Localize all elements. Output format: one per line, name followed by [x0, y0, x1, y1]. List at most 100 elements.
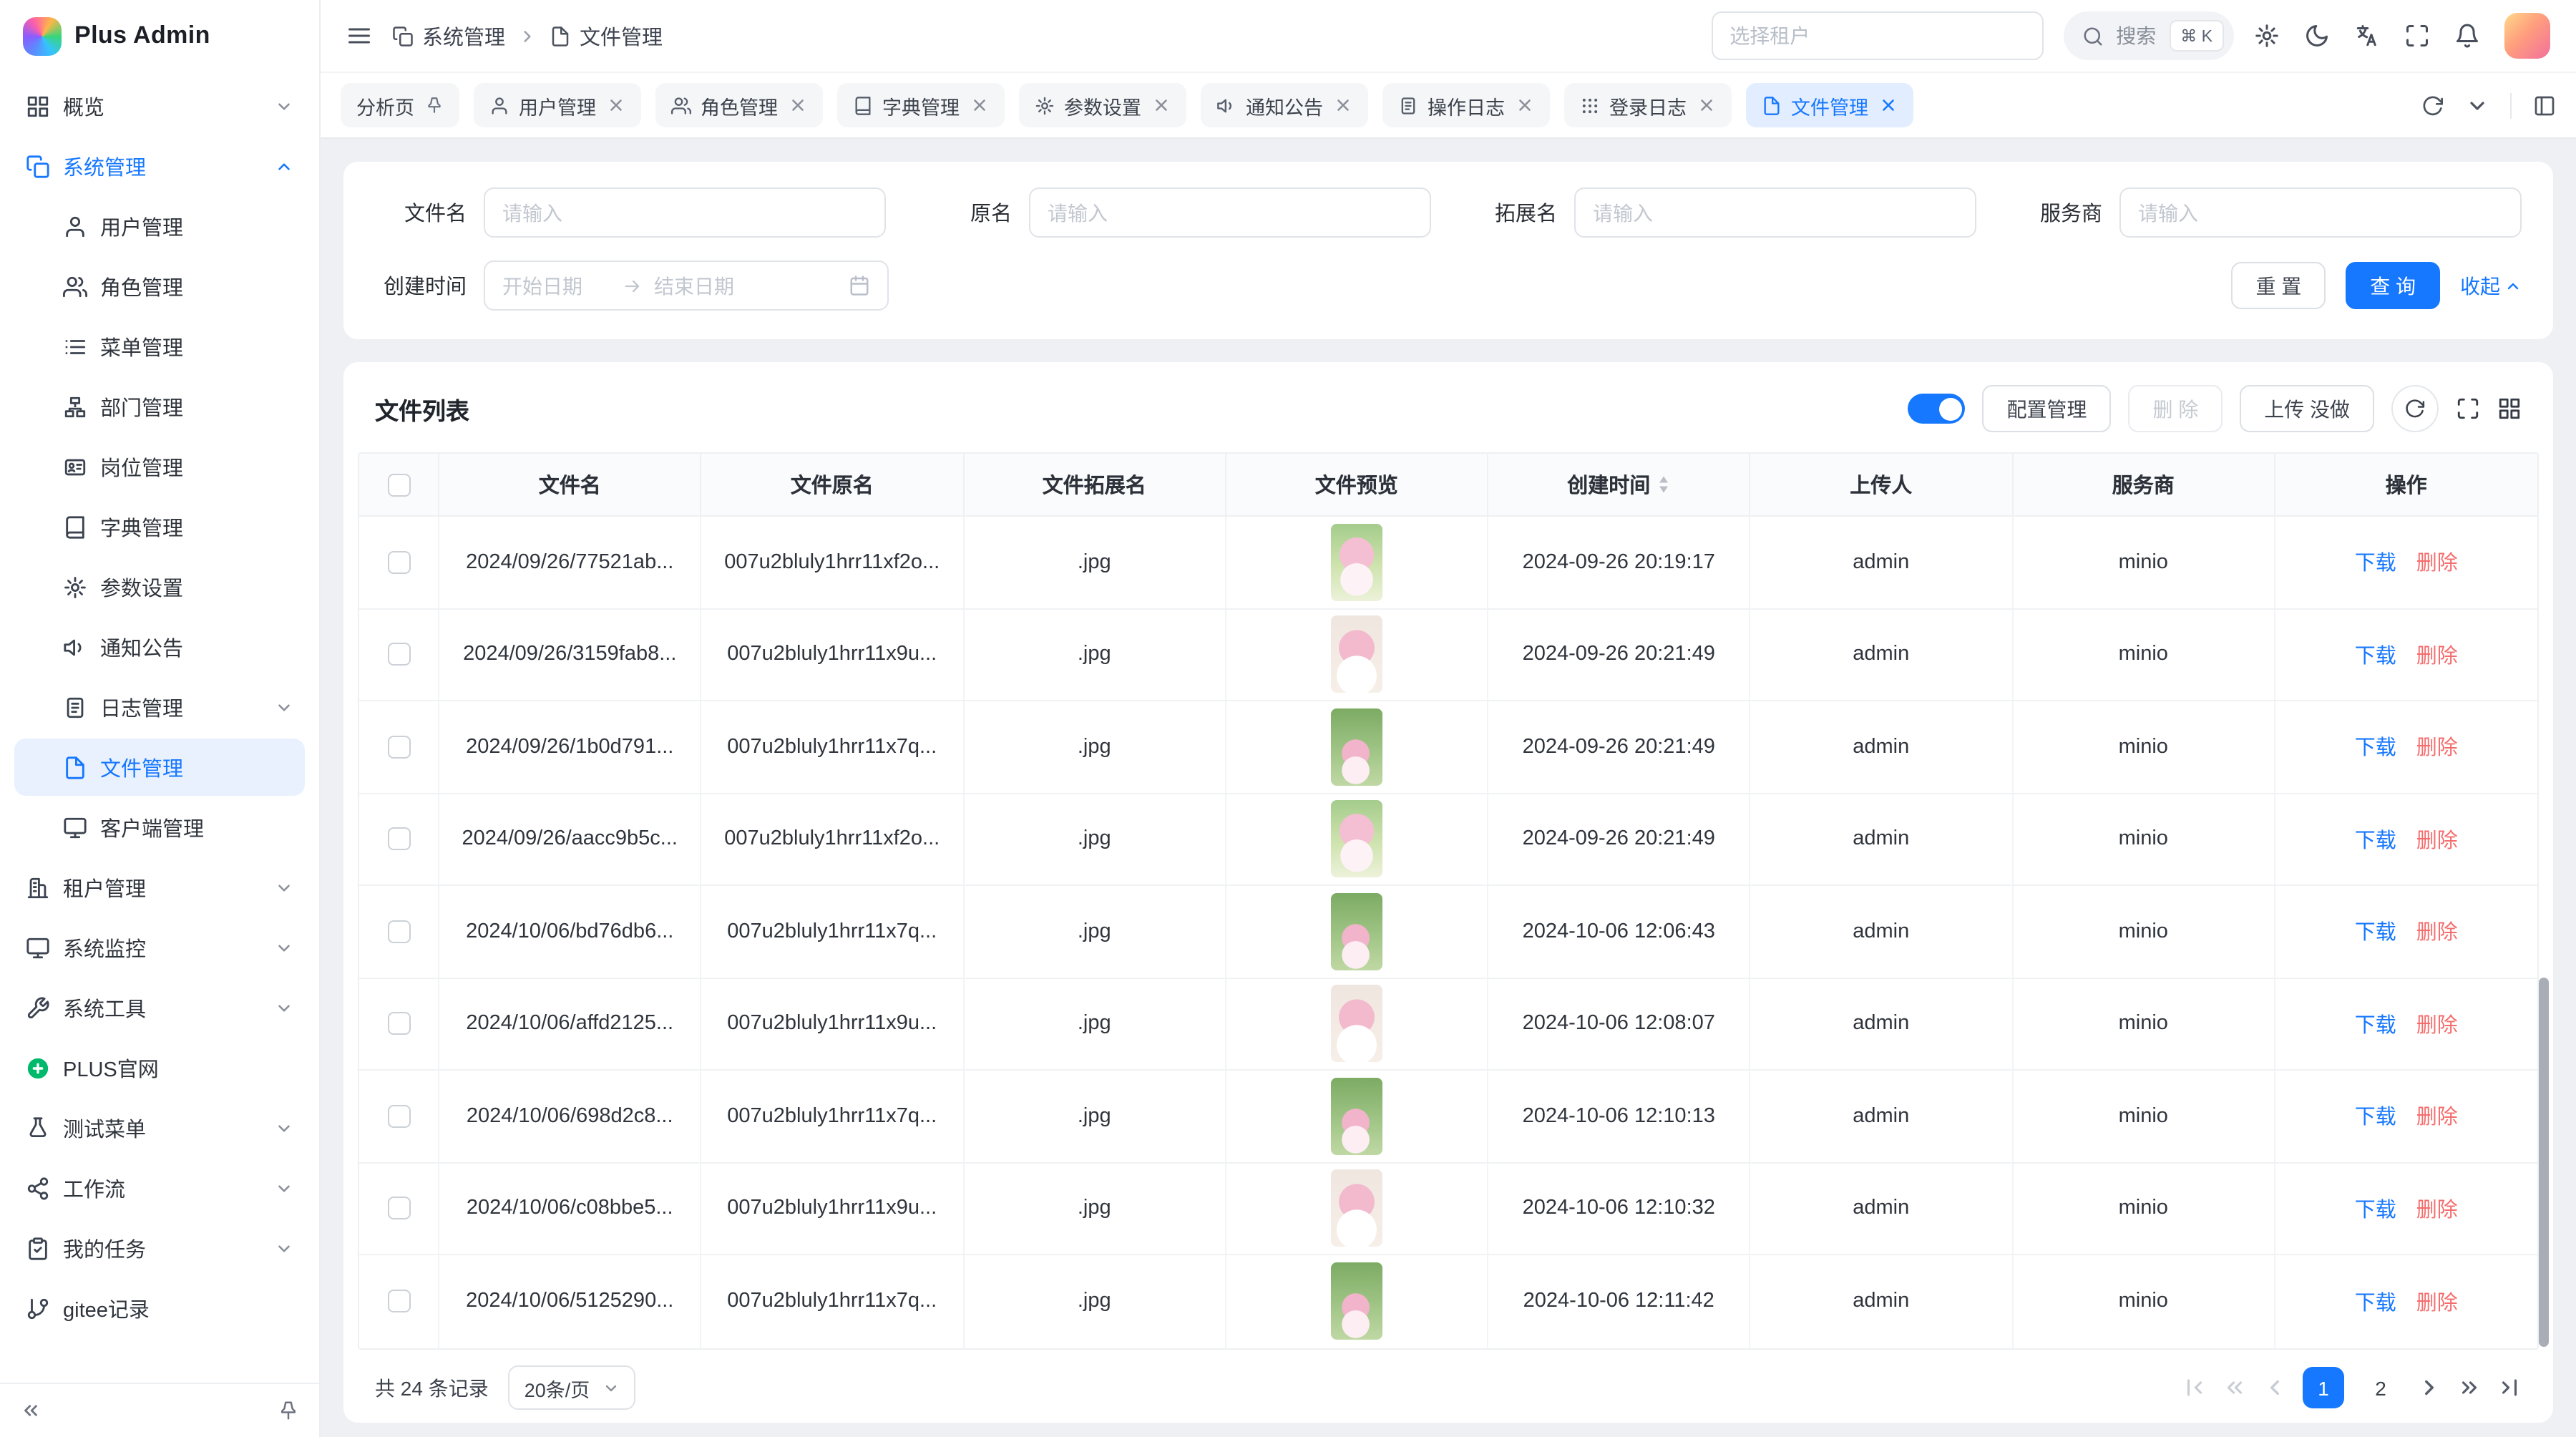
sidebar-item-parameters[interactable]: 参数设置: [14, 558, 305, 615]
first-page-icon[interactable]: [2182, 1375, 2207, 1400]
tab-operation-log[interactable]: 操作日志: [1382, 83, 1549, 127]
sidebar-item-test-menu[interactable]: 测试菜单: [14, 1099, 305, 1156]
sidebar-item-clients[interactable]: 客户端管理: [14, 799, 305, 856]
close-icon[interactable]: [1151, 96, 1170, 115]
row-checkbox[interactable]: [387, 1105, 410, 1128]
fullscreen-icon[interactable]: [2456, 396, 2480, 421]
row-checkbox[interactable]: [387, 643, 410, 666]
date-range-picker[interactable]: [484, 260, 889, 311]
refresh-icon[interactable]: [2421, 94, 2444, 117]
collapse-filters-link[interactable]: 收起: [2460, 271, 2522, 300]
delete-link[interactable]: 删除: [2416, 1194, 2458, 1224]
page-size-select[interactable]: 20条/页: [509, 1365, 636, 1410]
logo[interactable]: Plus Admin: [0, 0, 319, 72]
tenant-select-input[interactable]: [1729, 24, 2024, 47]
preview-image[interactable]: [1331, 1170, 1382, 1247]
tab-notice[interactable]: 通知公告: [1200, 83, 1367, 127]
sidebar-item-roles[interactable]: 角色管理: [14, 258, 305, 315]
page-number-2[interactable]: 2: [2360, 1367, 2401, 1408]
translate-icon[interactable]: [2354, 23, 2380, 49]
tenant-select[interactable]: [1711, 11, 2043, 60]
download-link[interactable]: 下载: [2355, 1009, 2396, 1039]
upload-button[interactable]: 上传 没做: [2240, 385, 2374, 432]
close-icon[interactable]: [788, 96, 806, 115]
prev-page-icon[interactable]: [2263, 1375, 2287, 1400]
breadcrumb-system[interactable]: 系统管理: [392, 21, 505, 51]
select-all-checkbox[interactable]: [387, 473, 410, 496]
download-link[interactable]: 下载: [2355, 547, 2396, 578]
layout-panel-icon[interactable]: [2533, 94, 2556, 117]
tab-users[interactable]: 用户管理: [473, 83, 640, 127]
download-link[interactable]: 下载: [2355, 1194, 2396, 1224]
tab-dictionary[interactable]: 字典管理: [836, 83, 1004, 127]
delete-link[interactable]: 删除: [2416, 640, 2458, 670]
fast-next-icon[interactable]: [2457, 1375, 2482, 1400]
start-date-input[interactable]: [502, 274, 611, 297]
row-checkbox[interactable]: [387, 1290, 410, 1313]
row-checkbox[interactable]: [387, 828, 410, 851]
delete-button[interactable]: 删 除: [2128, 385, 2223, 432]
vertical-scrollbar[interactable]: [2539, 978, 2549, 1347]
sidebar-item-dictionary[interactable]: 字典管理: [14, 498, 305, 555]
original-name-input[interactable]: [1048, 201, 1413, 224]
bell-icon[interactable]: [2454, 23, 2480, 49]
end-date-input[interactable]: [654, 274, 763, 297]
row-checkbox[interactable]: [387, 736, 410, 759]
preview-image[interactable]: [1331, 1078, 1382, 1155]
download-link[interactable]: 下载: [2355, 824, 2396, 854]
tab-files[interactable]: 文件管理: [1745, 83, 1913, 127]
file-name-input[interactable]: [502, 201, 867, 224]
delete-link[interactable]: 删除: [2416, 824, 2458, 854]
chevron-down-icon[interactable]: [2466, 94, 2489, 117]
download-link[interactable]: 下载: [2355, 917, 2396, 947]
sidebar-item-monitoring[interactable]: 系统监控: [14, 919, 305, 976]
query-button[interactable]: 查 询: [2346, 262, 2440, 309]
page-number-1[interactable]: 1: [2303, 1367, 2344, 1408]
sort-descending-icon[interactable]: [1657, 485, 1670, 494]
sidebar-item-tenants[interactable]: 租户管理: [14, 859, 305, 916]
collapse-sidebar-icon[interactable]: [20, 1400, 42, 1421]
download-link[interactable]: 下载: [2355, 640, 2396, 670]
delete-link[interactable]: 删除: [2416, 1287, 2458, 1317]
row-checkbox[interactable]: [387, 1197, 410, 1220]
provider-input[interactable]: [2138, 201, 2503, 224]
download-link[interactable]: 下载: [2355, 732, 2396, 762]
tab-parameters[interactable]: 参数设置: [1018, 83, 1186, 127]
avatar[interactable]: [2504, 13, 2550, 59]
row-checkbox[interactable]: [387, 551, 410, 574]
moon-icon[interactable]: [2304, 23, 2330, 49]
last-page-icon[interactable]: [2497, 1375, 2522, 1400]
toggle-switch[interactable]: [1908, 394, 1965, 424]
delete-link[interactable]: 删除: [2416, 1009, 2458, 1039]
sidebar-item-logs[interactable]: 日志管理: [14, 678, 305, 736]
sidebar-item-overview[interactable]: 概览: [14, 77, 305, 135]
close-icon[interactable]: [1878, 96, 1897, 115]
sidebar-item-notice[interactable]: 通知公告: [14, 618, 305, 676]
fast-prev-icon[interactable]: [2223, 1375, 2247, 1400]
sidebar-item-gitee[interactable]: gitee记录: [14, 1280, 305, 1337]
delete-link[interactable]: 删除: [2416, 917, 2458, 947]
delete-link[interactable]: 删除: [2416, 1101, 2458, 1131]
sidebar-item-system-management[interactable]: 系统管理: [14, 137, 305, 195]
delete-link[interactable]: 删除: [2416, 547, 2458, 578]
sidebar-item-workflow[interactable]: 工作流: [14, 1159, 305, 1217]
pin-icon[interactable]: [424, 96, 443, 115]
sidebar-item-menus[interactable]: 菜单管理: [14, 318, 305, 375]
close-icon[interactable]: [1697, 96, 1715, 115]
preview-image[interactable]: [1331, 708, 1382, 786]
preview-image[interactable]: [1331, 616, 1382, 693]
refresh-button[interactable]: [2391, 385, 2439, 432]
preview-image[interactable]: [1331, 801, 1382, 878]
extension-input[interactable]: [1593, 201, 1958, 224]
close-icon[interactable]: [970, 96, 988, 115]
sidebar-item-tools[interactable]: 系统工具: [14, 979, 305, 1036]
hamburger-menu-icon[interactable]: [346, 23, 372, 49]
sidebar-item-plus-website[interactable]: PLUS官网: [14, 1039, 305, 1096]
close-icon[interactable]: [1515, 96, 1533, 115]
delete-link[interactable]: 删除: [2416, 732, 2458, 762]
next-page-icon[interactable]: [2417, 1375, 2441, 1400]
breadcrumb-files[interactable]: 文件管理: [550, 21, 663, 51]
sidebar-item-posts[interactable]: 岗位管理: [14, 438, 305, 495]
sidebar-item-my-tasks[interactable]: 我的任务: [14, 1219, 305, 1277]
preview-image[interactable]: [1331, 524, 1382, 601]
